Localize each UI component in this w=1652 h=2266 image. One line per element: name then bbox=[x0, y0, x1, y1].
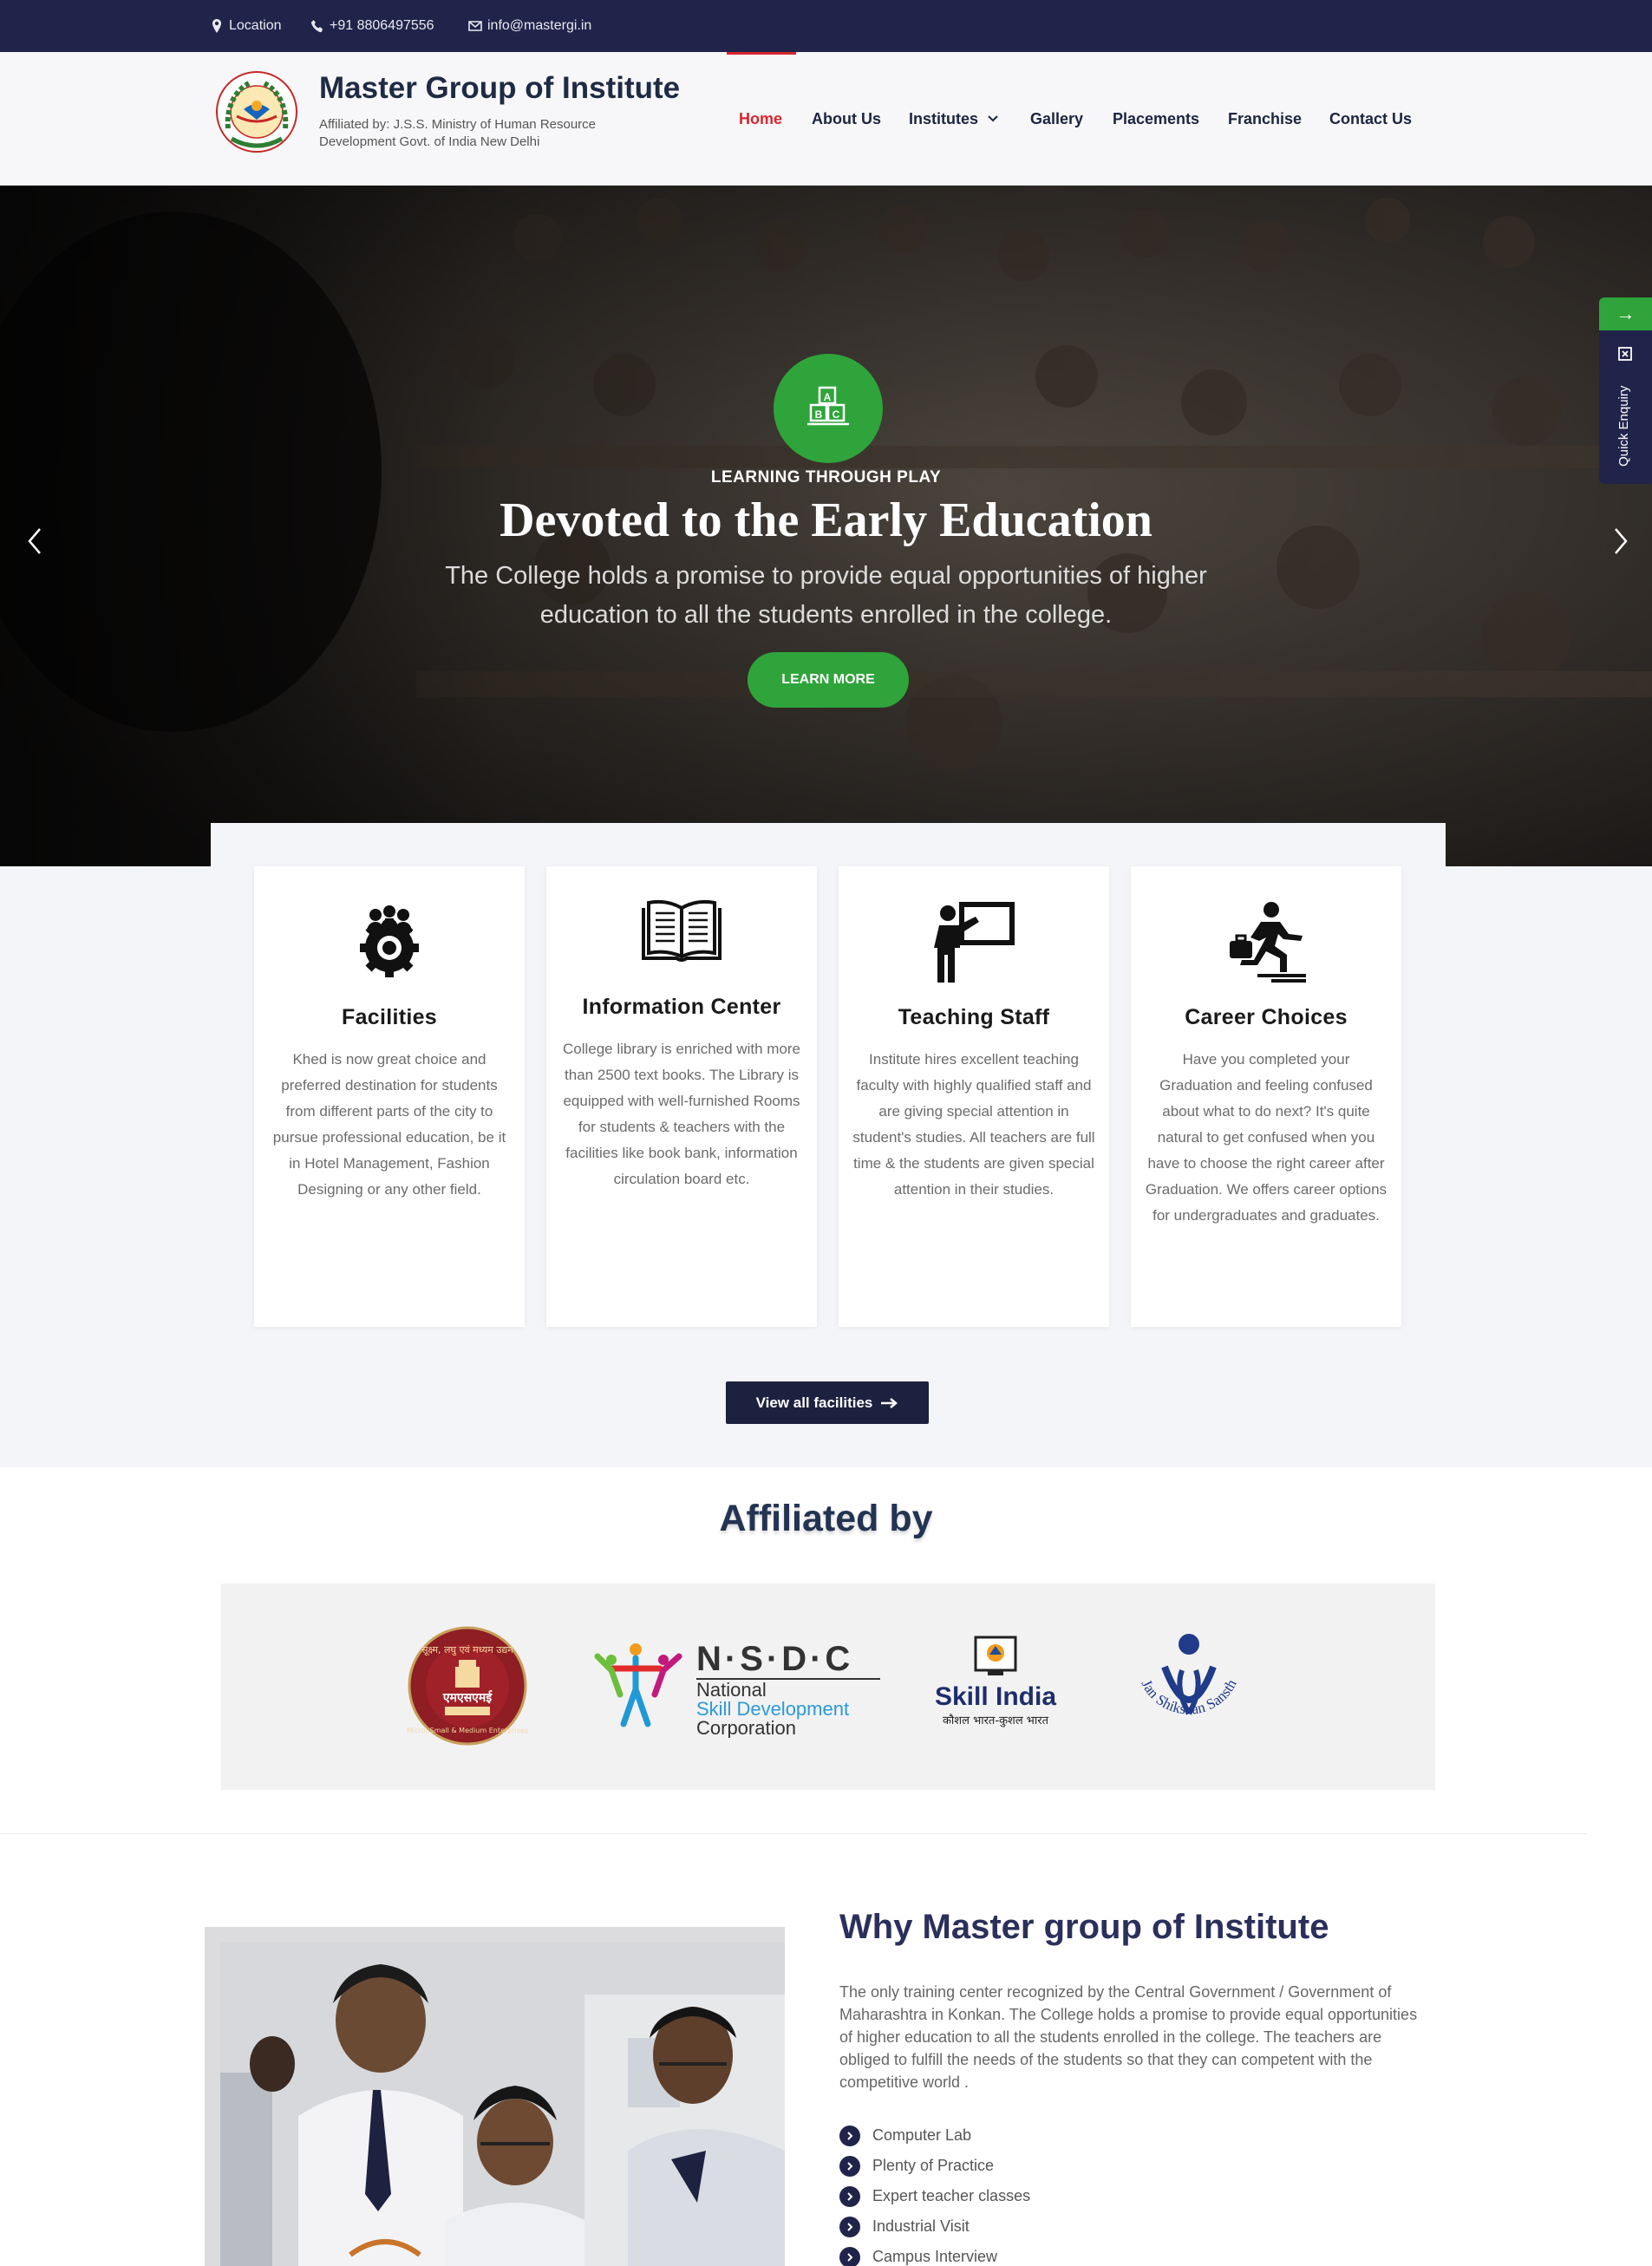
abc-blocks-icon: A B C bbox=[774, 354, 883, 463]
why-title: Why Master group of Institute bbox=[839, 1908, 1329, 1946]
arrow-right-icon: → bbox=[1599, 297, 1652, 330]
list-item: Expert teacher classes bbox=[839, 2181, 1030, 2211]
msme-mid-text: एमएसएमई bbox=[442, 1690, 493, 1705]
map-pin-icon bbox=[212, 19, 221, 33]
nav-home[interactable]: Home bbox=[739, 52, 782, 186]
nsdc-logo: N·S·D·C National Skill Development Corpo… bbox=[594, 1640, 880, 1738]
envelope-icon bbox=[468, 21, 482, 31]
facility-card-facilities: Facilities Khed is now great choice and … bbox=[254, 866, 525, 1327]
chevron-circle-right-icon bbox=[839, 2185, 860, 2207]
list-item-label: Industrial Visit bbox=[872, 2217, 970, 2235]
facility-text: Institute hires excellent teaching facul… bbox=[852, 1051, 1095, 1198]
students-lab-photo bbox=[220, 1943, 785, 2266]
msme-logo: सूक्ष्म, लघु एवं मध्यम उद्यम एमएसएमई Mic… bbox=[407, 1626, 528, 1746]
email-link[interactable]: info@mastergi.in bbox=[468, 0, 591, 52]
nav-about-us[interactable]: About Us bbox=[812, 52, 881, 186]
facility-title: Information Center bbox=[582, 995, 781, 1019]
svg-text:B: B bbox=[815, 408, 823, 421]
close-box-icon bbox=[1618, 347, 1632, 361]
list-item-label: Computer Lab bbox=[872, 2126, 972, 2144]
chevron-left-icon bbox=[28, 528, 41, 554]
list-item: Industrial Visit bbox=[839, 2211, 1030, 2242]
chevron-circle-right-icon bbox=[839, 2155, 860, 2177]
skill-india-tagline: कौशल भारत-कुशल भारत bbox=[943, 1714, 1049, 1727]
view-all-label: View all facilities bbox=[755, 1394, 873, 1411]
facility-title: Teaching Staff bbox=[898, 1005, 1050, 1029]
brand-title[interactable]: Master Group of Institute bbox=[319, 71, 680, 106]
nav-institutes-label: Institutes bbox=[909, 109, 979, 127]
facilities-section bbox=[0, 866, 1652, 1467]
list-item-label: Campus Interview bbox=[872, 2248, 998, 2265]
facilities-band bbox=[211, 823, 1446, 866]
chevron-down-icon bbox=[988, 115, 998, 122]
slider-prev-arrow[interactable] bbox=[21, 515, 47, 567]
list-item: Plenty of Practice bbox=[839, 2151, 1030, 2181]
skill-india-logo: Skill India कौशल भारत-कुशल भारत bbox=[935, 1636, 1056, 1727]
svg-text:C: C bbox=[833, 408, 840, 421]
facility-title: Career Choices bbox=[1185, 1005, 1348, 1029]
facility-text: Have you completed your Graduation and f… bbox=[1145, 1051, 1388, 1224]
email-text: info@mastergi.in bbox=[487, 18, 592, 33]
jss-logo: Jan Shikshan Sansthan bbox=[1126, 1629, 1240, 1717]
site-header: Master Group of Institute Affiliated by:… bbox=[0, 52, 1652, 186]
chevron-circle-right-icon bbox=[839, 2125, 860, 2146]
teacher-board-icon bbox=[934, 902, 1015, 983]
facility-card-career-choices: Career Choices Have you completed your G… bbox=[1131, 866, 1401, 1327]
nav-franchise[interactable]: Franchise bbox=[1228, 52, 1302, 186]
view-all-facilities-button[interactable]: View all facilities bbox=[726, 1381, 929, 1424]
quick-enquiry-label: Quick Enquiry bbox=[1616, 385, 1631, 467]
nav-placements[interactable]: Placements bbox=[1113, 52, 1199, 186]
nsdc-letters: N·S·D·C bbox=[696, 1640, 853, 1678]
hero-text: The College holds a promise to provide e… bbox=[445, 562, 1207, 629]
phone-icon bbox=[310, 20, 323, 33]
chevron-circle-right-icon bbox=[839, 2246, 860, 2266]
hero-kicker: LEARNING THROUGH PLAY bbox=[710, 468, 942, 487]
learn-more-button[interactable]: LEARN MORE bbox=[748, 652, 909, 708]
why-feature-list: Computer Lab Plenty of Practice Expert t… bbox=[839, 2120, 1030, 2266]
why-text: The only training center recognized by t… bbox=[839, 1983, 1418, 2091]
hero-slider: A B C LEARNING THROUGH PLAY Devoted to t… bbox=[0, 186, 1652, 866]
top-bar: Location +91 8806497556 info@mastergi.in bbox=[0, 0, 1652, 52]
affiliated-title: Affiliated by bbox=[719, 1498, 933, 1539]
facility-text: College library is enriched with more th… bbox=[562, 1041, 800, 1187]
brand-subtitle: Affiliated by: J.S.S. Ministry of Human … bbox=[319, 117, 597, 149]
facility-title: Facilities bbox=[342, 1005, 437, 1029]
chevron-right-icon bbox=[1615, 528, 1628, 554]
skill-india-text: Skill India bbox=[935, 1682, 1056, 1711]
nsdc-line3: Corporation bbox=[696, 1717, 796, 1738]
section-divider bbox=[0, 1833, 1587, 1834]
chevron-circle-right-icon bbox=[839, 2216, 860, 2237]
arrow-right-icon bbox=[881, 1397, 898, 1408]
phone-text: +91 8806497556 bbox=[330, 18, 434, 33]
svg-text:A: A bbox=[824, 391, 832, 403]
facility-text: Khed is now great choice and preferred d… bbox=[272, 1051, 506, 1198]
hero-title: Devoted to the Early Education bbox=[500, 493, 1152, 547]
quick-enquiry-tab[interactable]: → Quick Enquiry bbox=[1599, 297, 1652, 484]
phone-link[interactable]: +91 8806497556 bbox=[310, 0, 434, 52]
people-gear-icon bbox=[360, 905, 419, 977]
facility-card-information-center: Information Center College library is en… bbox=[546, 866, 817, 1327]
nav-contact-us[interactable]: Contact Us bbox=[1329, 52, 1412, 186]
location-text: Location bbox=[229, 18, 282, 33]
facility-card-teaching-staff: Teaching Staff Institute hires excellent… bbox=[839, 866, 1109, 1327]
nav-institutes[interactable]: Institutes bbox=[909, 52, 999, 186]
institute-logo[interactable] bbox=[211, 66, 303, 158]
list-item-label: Expert teacher classes bbox=[872, 2187, 1031, 2204]
slider-next-arrow[interactable] bbox=[1609, 515, 1635, 567]
list-item: Computer Lab bbox=[839, 2120, 1030, 2151]
open-book-icon bbox=[642, 899, 722, 962]
location-link[interactable]: Location bbox=[210, 0, 282, 52]
list-item-label: Plenty of Practice bbox=[872, 2157, 995, 2174]
msme-top-text: सूक्ष्म, लघु एवं मध्यम उद्यम bbox=[421, 1644, 513, 1656]
affiliation-logos: सूक्ष्म, लघु एवं मध्यम उद्यम एमएसएमई Mic… bbox=[221, 1584, 1435, 1790]
list-item: Campus Interview bbox=[839, 2242, 1030, 2266]
nav-gallery[interactable]: Gallery bbox=[1030, 52, 1083, 186]
career-runner-icon bbox=[1230, 902, 1306, 983]
msme-bottom-text: Micro, Small & Medium Enterprises bbox=[407, 1727, 528, 1734]
